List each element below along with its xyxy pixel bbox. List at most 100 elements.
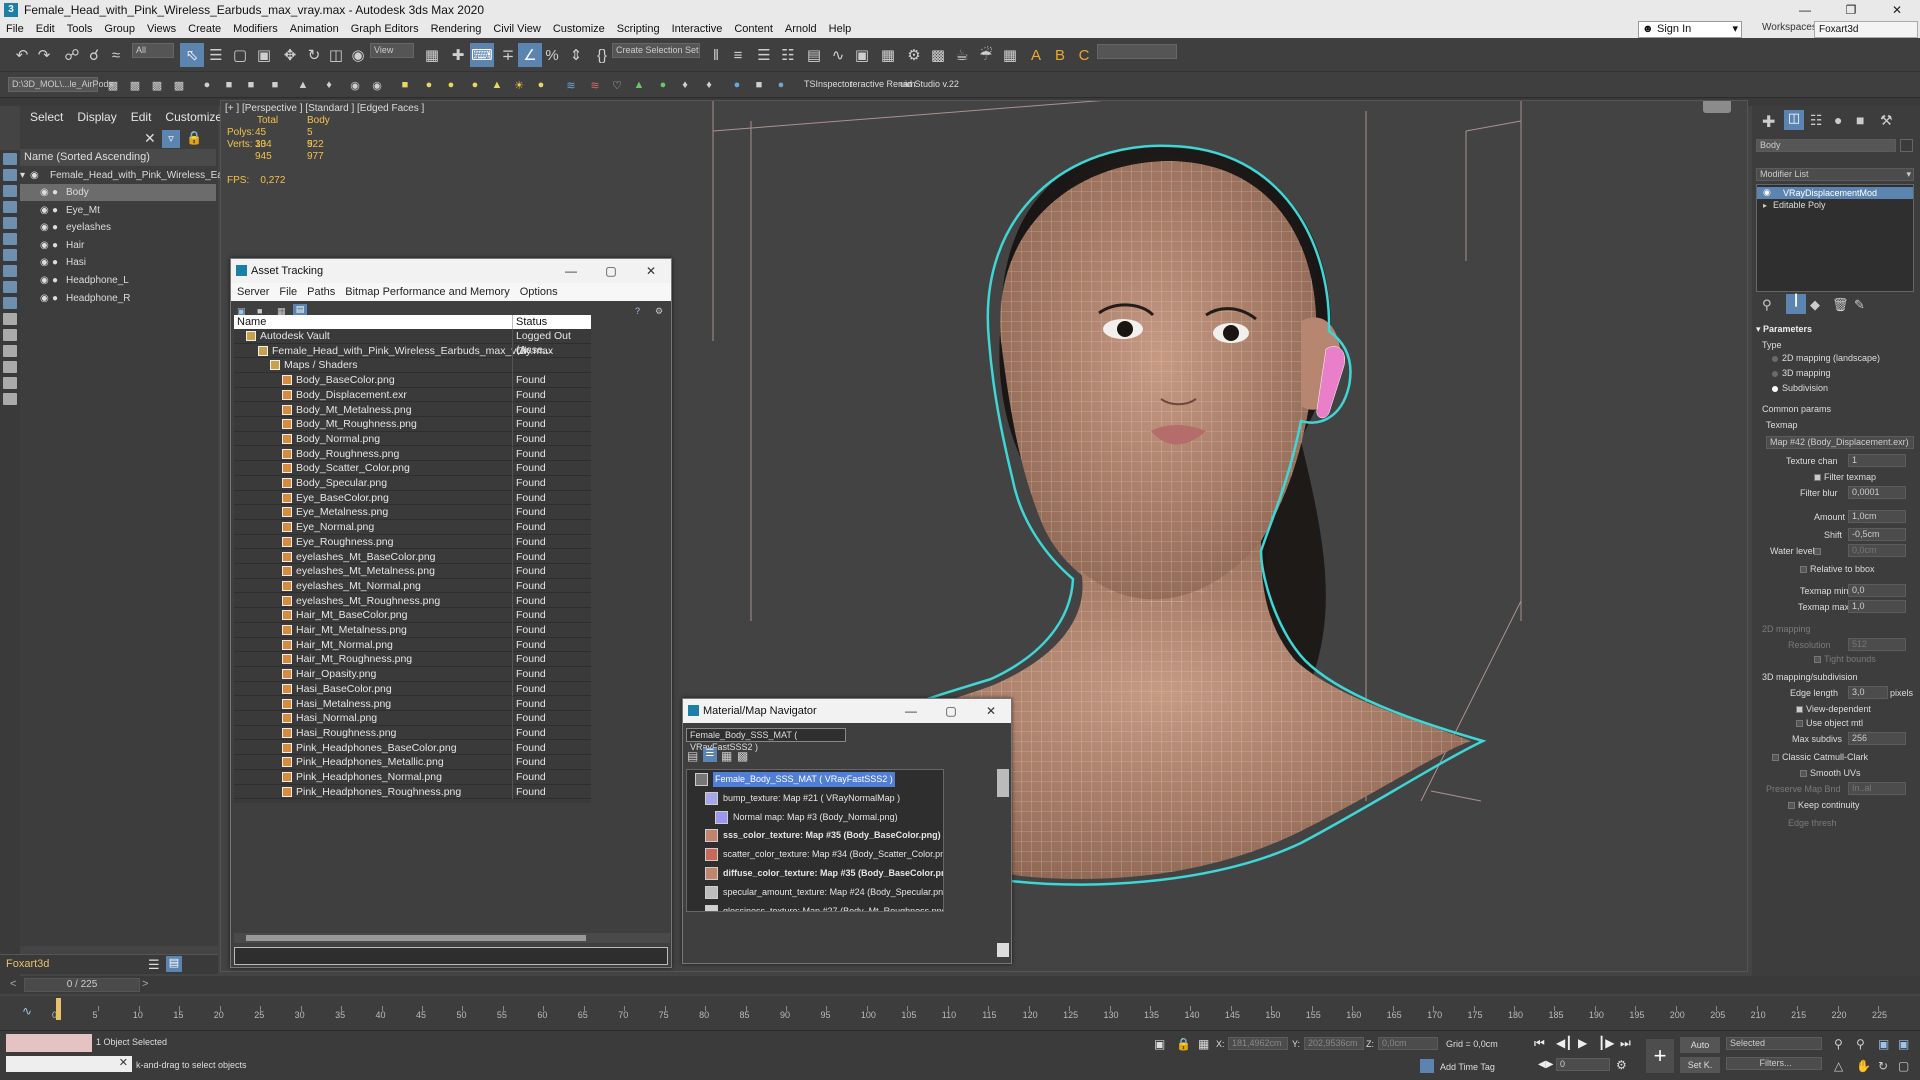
stack-item-editable-poly[interactable]: Editable Poly	[1773, 200, 1826, 210]
eye-icon[interactable]: ◉	[1763, 187, 1771, 198]
pivot-center-icon[interactable]: ▦	[420, 43, 444, 67]
nav-preview-swatch[interactable]	[997, 943, 1009, 957]
pin-stack-icon[interactable]: ⚲	[1762, 297, 1772, 313]
zoom-extents-all-icon[interactable]: ▣	[1898, 1037, 1909, 1051]
layer-explorer-icon[interactable]: ☷	[776, 43, 800, 67]
at-menu-server[interactable]: Server	[231, 286, 273, 298]
smooth-uvs-checkbox[interactable]	[1800, 770, 1807, 777]
view-dependent-checkbox[interactable]	[1796, 706, 1803, 713]
render-setup-icon[interactable]: ⚙	[902, 43, 926, 67]
object-color-swatch[interactable]	[1900, 139, 1913, 152]
max-subdivs-spinner[interactable]: 256	[1848, 732, 1906, 745]
menu-views[interactable]: Views	[141, 23, 182, 35]
angle-snap-icon[interactable]: ∠	[518, 43, 542, 67]
at-row[interactable]: Hasi_BaseColor.png Found	[234, 681, 591, 697]
tree-item[interactable]: ◉ ● eyelashes	[20, 219, 216, 236]
scene-explorer-icon[interactable]: ☰	[752, 43, 776, 67]
reference-coord-dropdown[interactable]: View	[370, 43, 414, 58]
at-menu-paths[interactable]: Paths	[301, 286, 339, 298]
orbit-icon[interactable]: ↻	[1878, 1059, 1888, 1073]
current-layer[interactable]: Foxart3d	[6, 958, 49, 970]
project-path-dropdown[interactable]: D:\3D_MOL\...le_AirPods	[8, 77, 113, 92]
menu-file[interactable]: File	[0, 23, 30, 35]
close-icon[interactable]: ✕	[1874, 0, 1920, 20]
minimize-icon[interactable]: —	[1782, 0, 1828, 20]
undo-icon[interactable]: ↶	[10, 43, 34, 67]
zoom-extents-icon[interactable]: ▣	[1878, 1037, 1889, 1051]
at-row[interactable]: Eye_BaseColor.png Found	[234, 490, 591, 506]
at-row[interactable]: Maps / Shaders	[234, 358, 591, 373]
filter-icon[interactable]	[3, 393, 17, 405]
display-xrefs-icon[interactable]	[3, 281, 17, 293]
render-ar-icon[interactable]: ▦	[998, 43, 1022, 67]
curve-editor-toggle-icon[interactable]: ∿	[22, 1004, 32, 1018]
tree-item[interactable]: ◉ ● Body	[20, 184, 216, 201]
expand-icon[interactable]: ▾	[20, 167, 25, 184]
link-icon[interactable]: ☍	[60, 43, 84, 67]
menu-content[interactable]: Content	[728, 23, 779, 35]
arnold-c-icon[interactable]: C	[1072, 43, 1096, 67]
unlink-icon[interactable]: ☌	[82, 43, 106, 67]
show-end-result-icon[interactable]: ┃	[1786, 294, 1806, 314]
close-icon[interactable]: ✕	[971, 699, 1011, 723]
at-row[interactable]: Body_Normal.png Found	[234, 431, 591, 447]
eye-icon[interactable]: ◉	[40, 272, 49, 289]
tool-icon-15[interactable]: ♦	[700, 76, 718, 94]
filter-icon[interactable]: ▿	[162, 130, 180, 148]
radio-3d-mapping[interactable]	[1772, 371, 1778, 377]
z-coordinate[interactable]: 0,0cm	[1378, 1037, 1438, 1050]
minimize-icon[interactable]: —	[891, 699, 931, 723]
tool-icon-14[interactable]: ♦	[676, 76, 694, 94]
tool-icon-5[interactable]: ▲	[294, 76, 312, 94]
menu-customize[interactable]: Customize	[547, 23, 611, 35]
zoom-icon[interactable]: ⚲	[1834, 1037, 1843, 1051]
modifier-list-dropdown[interactable]: Modifier List ▾	[1756, 168, 1914, 181]
tree-item[interactable]: ◉ ● Eye_Mt	[20, 202, 216, 219]
preserve-map-bnd-dropdown[interactable]: In..al	[1848, 782, 1906, 795]
tool-icon-13[interactable]: ●	[654, 76, 672, 94]
select-by-name-icon[interactable]: ☰	[204, 43, 228, 67]
tool-icon-10[interactable]: ≋	[586, 76, 604, 94]
arnold-a-icon[interactable]: A	[1024, 43, 1048, 67]
menu-create[interactable]: Create	[182, 23, 227, 35]
eye-icon[interactable]: ◉	[40, 237, 49, 254]
next-frame-icon[interactable]: >	[142, 978, 148, 990]
modify-tab-icon[interactable]: ◫	[1784, 110, 1804, 130]
display-hidden-icon[interactable]	[3, 345, 17, 357]
folder-icon[interactable]: ▩	[170, 76, 188, 94]
snaps-toggle-icon[interactable]: ∓	[496, 43, 520, 67]
at-row[interactable]: Eye_Normal.png Found	[234, 520, 591, 535]
tool-icon-9[interactable]: ≋	[562, 76, 580, 94]
add-time-tag-button[interactable]: Add Time Tag	[1440, 1062, 1495, 1072]
menu-civil-view[interactable]: Civil View	[487, 23, 546, 35]
close-icon[interactable]: ✕	[631, 259, 671, 283]
utilities-tab-icon[interactable]: ⚒	[1880, 112, 1893, 129]
tree-item[interactable]: ◉ ● Hasi	[20, 254, 216, 271]
prev-key-icon[interactable]: ◀┃	[1556, 1036, 1572, 1050]
water-level-checkbox[interactable]	[1814, 548, 1821, 555]
at-row[interactable]: Body_Scatter_Color.png Found	[234, 461, 591, 476]
at-menu-options[interactable]: Options	[514, 286, 562, 298]
menu-scripting[interactable]: Scripting	[611, 23, 666, 35]
layers-icon[interactable]: ☰	[148, 957, 160, 973]
motion-tab-icon[interactable]: ●	[1834, 112, 1842, 128]
at-row[interactable]: Pink_Headphones_Normal.png Found	[234, 770, 591, 785]
fluid-studio-button[interactable]: uid Studio v.22	[900, 79, 959, 89]
nav-row[interactable]: diffuse_color_texture: Map #35 (Body_Bas…	[687, 866, 943, 881]
light-icon-4[interactable]: ●	[466, 76, 484, 94]
tool-icon-3[interactable]: ■	[242, 76, 260, 94]
menu-animation[interactable]: Animation	[284, 23, 345, 35]
mirror-icon[interactable]: ‖	[704, 43, 728, 67]
play-icon[interactable]: ▶	[1578, 1036, 1587, 1050]
nav-view-list-icon[interactable]: ▤	[687, 749, 698, 763]
time-tag-icon[interactable]	[1420, 1059, 1434, 1073]
render-production-icon[interactable]: ☕	[950, 43, 974, 67]
isolate-selection-icon[interactable]: ▣	[1154, 1037, 1165, 1051]
eye-icon[interactable]: ◉	[40, 254, 49, 271]
at-menu-bitmap-performance[interactable]: Bitmap Performance and Memory	[339, 286, 513, 298]
frame-counter[interactable]: 0 / 225	[24, 978, 140, 992]
light-icon-6[interactable]: ●	[532, 76, 550, 94]
time-config-icon[interactable]: ⚙	[1616, 1058, 1627, 1072]
maximize-icon[interactable]: ▢	[931, 699, 971, 723]
at-row[interactable]: Hair_Opasity.png Found	[234, 667, 591, 682]
